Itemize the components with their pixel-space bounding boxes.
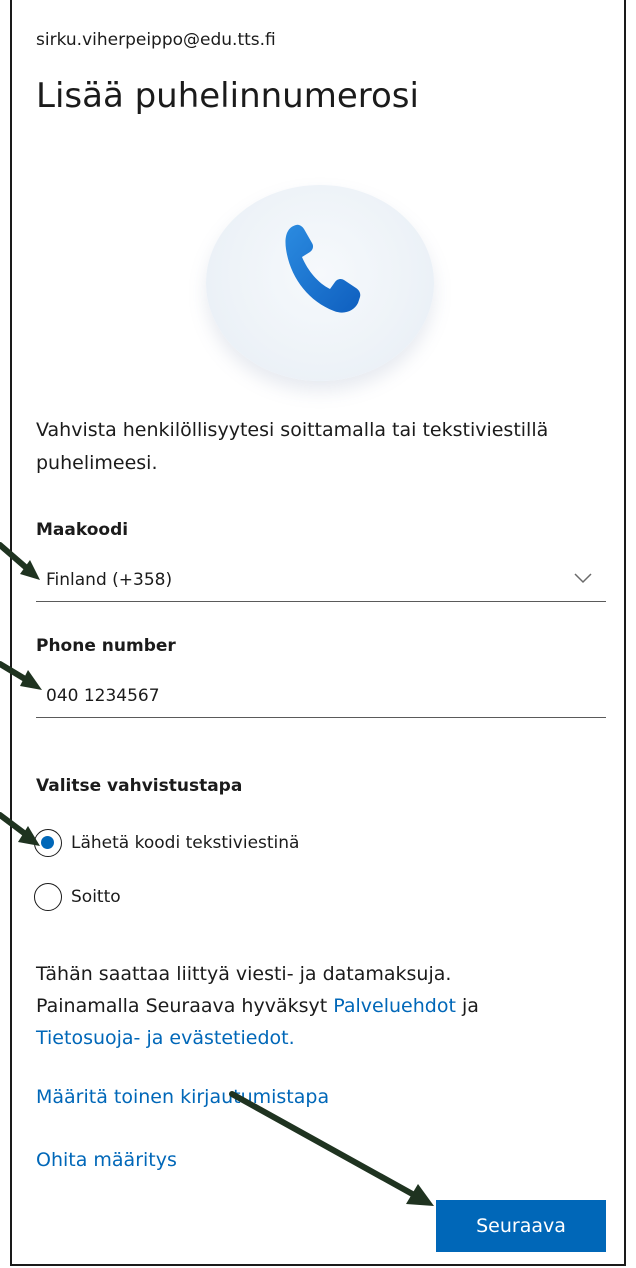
consent-prefix: Painamalla Seuraava hyväksyt (36, 995, 328, 1017)
description-text: Vahvista henkilöllisyytesi soittamalla t… (36, 419, 549, 474)
consent-and: ja (461, 995, 479, 1017)
country-code-value: Finland (+358) (46, 570, 173, 590)
sms-radio[interactable] (34, 829, 62, 857)
method-option-sms[interactable]: Lähetä koodi tekstiviestinä (34, 829, 299, 857)
account-email: sirku.viherpeippo@edu.tts.fi (36, 30, 276, 50)
call-radio[interactable] (34, 883, 62, 911)
method-label: Valitse vahvistustapa (36, 776, 243, 796)
page-title: Lisää puhelinnumerosi (36, 76, 419, 116)
phone-icon (285, 224, 361, 313)
privacy-link[interactable]: Tietosuoja- ja evästetiedot. (36, 1027, 295, 1049)
terms-link[interactable]: Palveluehdot (333, 995, 456, 1017)
call-label: Soitto (71, 887, 121, 907)
phone-number-label: Phone number (36, 636, 176, 656)
method-option-call[interactable]: Soitto (34, 883, 121, 911)
legal-text: Tähän saattaa liittyä viesti- ja datamak… (36, 958, 616, 1054)
phone-number-input[interactable] (36, 674, 606, 718)
phone-illustration (206, 185, 434, 381)
charges-notice: Tähän saattaa liittyä viesti- ja datamak… (36, 963, 452, 985)
sms-label: Lähetä koodi tekstiviestinä (71, 833, 300, 853)
country-code-select[interactable]: Finland (+358) (36, 558, 606, 602)
chevron-down-icon (574, 573, 592, 584)
skip-setup-link[interactable]: Ohita määritys (36, 1149, 177, 1171)
other-method-link[interactable]: Määritä toinen kirjautumistapa (36, 1086, 329, 1108)
country-code-label: Maakoodi (36, 520, 129, 540)
next-button[interactable]: Seuraava (436, 1200, 606, 1252)
